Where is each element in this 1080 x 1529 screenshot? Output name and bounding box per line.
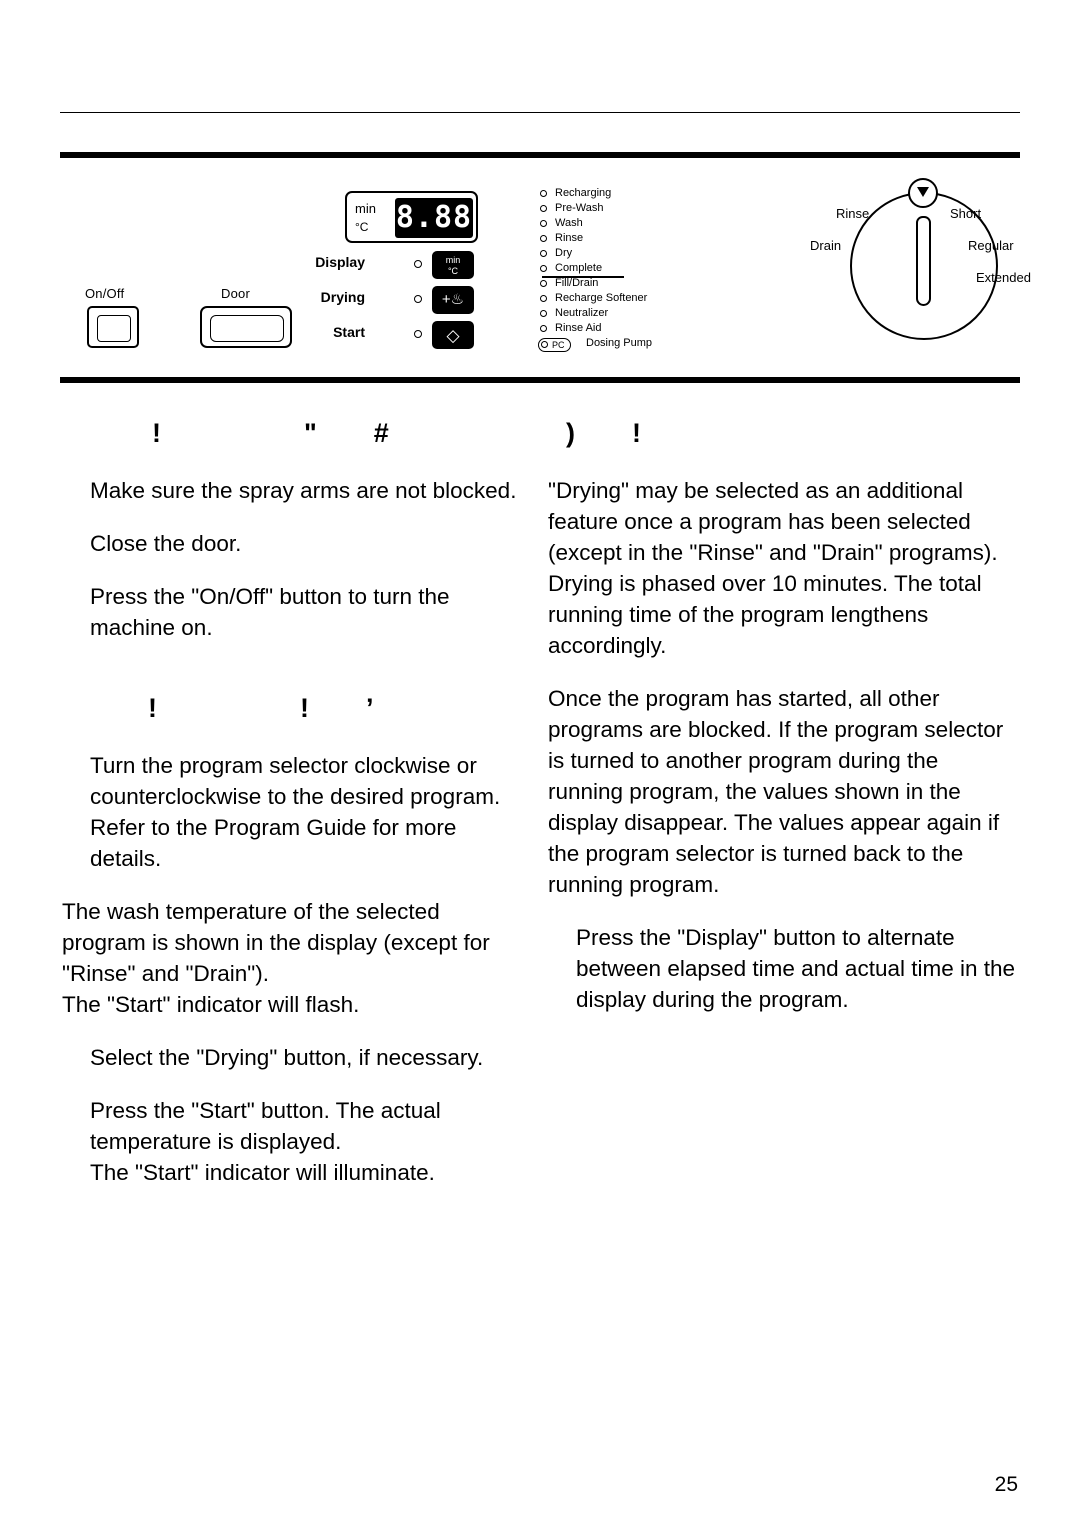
right-paragraph-2: Once the program has started, all other … <box>548 686 1004 897</box>
dial-label-extended: Extended <box>976 270 1031 285</box>
left-paragraph-8: Press the "Start" button. The actual tem… <box>90 1098 441 1154</box>
left-paragraph-9: The "Start" indicator will illuminate. <box>90 1160 435 1185</box>
panel-bottom-rule <box>60 377 1020 383</box>
left-paragraph-6: The "Start" indicator will flash. <box>62 992 360 1017</box>
indicator-led-list: Recharging Pre-Wash Wash Rinse Dry Compl… <box>538 186 728 352</box>
right-paragraph-1: "Drying" may be selected as an additiona… <box>548 478 998 658</box>
left-heading-2: ! ! ’ <box>148 693 388 723</box>
display-button-units: min °C <box>434 253 472 277</box>
display-unit-celsius: °C <box>355 220 369 234</box>
indicator-wash: Wash <box>538 216 728 231</box>
drying-button-glyph: +♨ <box>441 291 465 308</box>
indicator-dosing-pump: PC Dosing Pump <box>538 336 728 352</box>
left-spacer <box>62 665 522 693</box>
page-number: 25 <box>994 1473 1018 1496</box>
left-paragraph-3: Press the "On/Off" button to turn the ma… <box>90 584 450 640</box>
left-paragraph-7: Select the "Drying" button, if necessary… <box>90 1045 484 1070</box>
display-button-icon: min °C <box>432 251 474 279</box>
indicator-neutralizer: Neutralizer <box>538 306 728 321</box>
display-button-unit-min: min <box>445 255 461 265</box>
left-column: ! " # Make sure the spray arms are not b… <box>62 418 522 1210</box>
indicator-rinse: Rinse <box>538 231 728 246</box>
left-paragraph-1: Make sure the spray arms are not blocked… <box>90 478 517 503</box>
left-heading-1: ! " # <box>152 418 403 448</box>
indicator-fill-drain: Fill/Drain <box>538 276 728 291</box>
dosing-pump-label: Dosing Pump <box>586 337 653 349</box>
onoff-button-inner <box>97 315 131 342</box>
left-paragraph-2: Close the door. <box>90 531 242 556</box>
dial-triangle-icon <box>917 187 929 197</box>
start-led-icon <box>414 330 422 338</box>
right-heading-1: ) ! <box>566 418 655 448</box>
indicator-pre-wash: Pre-Wash <box>538 201 728 216</box>
dosing-pump-badge: PC <box>538 338 571 352</box>
drying-control-row: Drying +♨ <box>310 283 480 314</box>
start-button-icon: ◇ <box>432 321 474 349</box>
dial-label-rinse: Rinse <box>836 206 870 221</box>
display-unit-min: min <box>355 201 376 216</box>
control-panel-illustration: On/Off Door min °C 8.88 Display min °C D… <box>60 158 1031 377</box>
display-led-icon <box>414 260 422 268</box>
start-control-label: Start <box>333 324 365 340</box>
left-paragraph-4: Turn the program selector clockwise or c… <box>90 753 501 871</box>
left-paragraph-5: The wash temperature of the selected pro… <box>62 899 490 986</box>
complete-underline <box>542 276 624 278</box>
indicator-complete: Complete <box>538 261 728 276</box>
door-button <box>200 306 292 348</box>
indicator-dry: Dry <box>538 246 728 261</box>
display-module: min °C 8.88 <box>345 191 478 243</box>
start-button-glyph: ◇ <box>446 326 460 345</box>
dial-label-drain: Drain <box>810 238 842 253</box>
start-control-row: Start ◇ <box>310 318 480 349</box>
indicator-recharge-softener: Recharge Softener <box>538 291 728 306</box>
indicator-recharging: Recharging <box>538 186 728 201</box>
onoff-button-label: On/Off <box>85 286 125 301</box>
door-button-inner <box>210 315 284 342</box>
door-button-label: Door <box>221 286 250 301</box>
header-rule <box>60 112 1020 113</box>
display-control-row: Display min °C <box>310 248 480 279</box>
dial-label-short: Short <box>950 206 982 221</box>
program-selector-dial: Rinse Short Drain Regular Extended <box>760 176 1031 356</box>
dial-label-regular: Regular <box>968 238 1014 253</box>
right-paragraph-3: Press the "Display" button to alternate … <box>576 925 1016 1012</box>
display-digits: 8.88 <box>395 198 473 238</box>
dial-pointer <box>916 216 931 306</box>
display-button-unit-celsius: °C <box>447 266 459 276</box>
drying-button-icon: +♨ <box>432 286 474 314</box>
right-column: ) ! "Drying" may be selected as an addit… <box>548 418 1018 1037</box>
display-control-label: Display <box>315 254 365 270</box>
drying-control-label: Drying <box>320 289 365 305</box>
onoff-button <box>87 306 139 348</box>
indicator-rinse-aid: Rinse Aid <box>538 321 728 336</box>
display-units: min °C <box>355 199 376 237</box>
drying-led-icon <box>414 295 422 303</box>
